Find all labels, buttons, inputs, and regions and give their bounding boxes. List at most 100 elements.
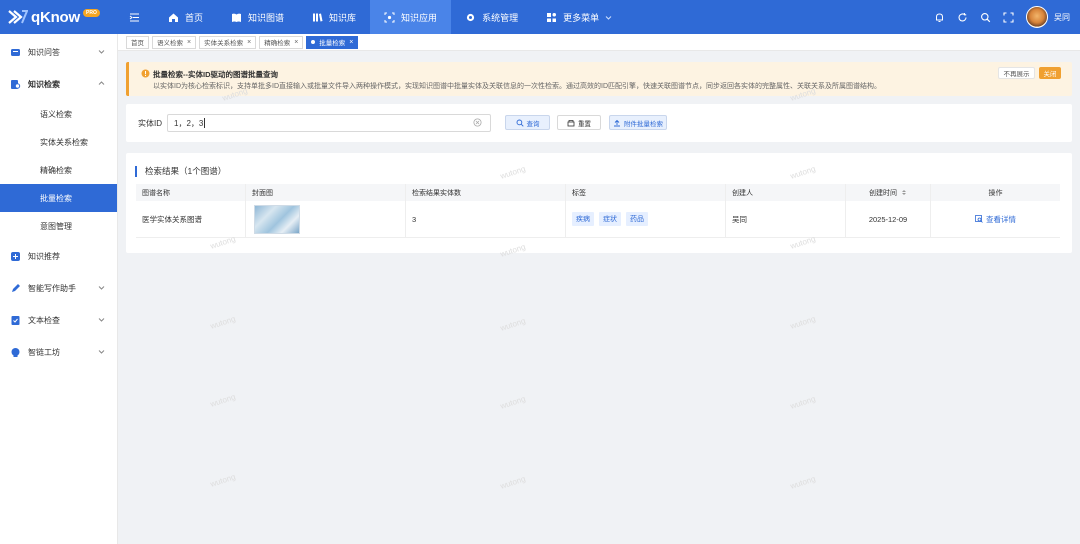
logo-text: qKnow (31, 8, 80, 26)
logo[interactable]: qKnow PRO (0, 0, 118, 34)
action-cell: 查看详情 (931, 201, 1060, 237)
sidebar: 知识问答 知识检索 语义检索 实体关系检索 精确检索 批量检索 意图管理 知识推… (0, 34, 118, 544)
view-details-link[interactable]: 查看详情 (975, 214, 1016, 225)
reset-icon (567, 119, 575, 126)
sidebar-group-recommend[interactable]: 知识推荐 (0, 240, 117, 272)
nav-knowledge-graph[interactable]: 知识图谱 (217, 0, 298, 34)
column-header: 创建人 (726, 184, 846, 201)
nav-more-menu[interactable]: 更多菜单 (532, 0, 626, 34)
tab-home[interactable]: 首页 (126, 35, 149, 49)
menu-fold-icon (129, 13, 139, 21)
close-icon[interactable]: × (349, 39, 353, 46)
sidebar-item-exact-search[interactable]: 精确检索 (0, 156, 117, 184)
column-header: 图谱名称 (136, 184, 246, 201)
created-time-cell: 2025-12-09 (846, 201, 931, 237)
book-icon (232, 13, 242, 22)
sidebar-group-text-check[interactable]: 文本检查 (0, 304, 117, 336)
tab-exact-search[interactable]: 精确检索 × (259, 35, 304, 49)
watermark: wutong (789, 474, 817, 491)
close-icon[interactable]: × (247, 39, 251, 46)
column-header-created[interactable]: 创建时间 (846, 184, 931, 201)
tab-semantic-search[interactable]: 语义检索 × (152, 35, 197, 49)
doc-check-icon (11, 315, 20, 325)
search-icon[interactable] (980, 12, 991, 23)
watermark: wutong (789, 394, 817, 411)
chevron-down-icon (98, 286, 105, 290)
pen-icon (12, 283, 20, 292)
watermark: wutong (209, 314, 237, 331)
cover-cell (246, 201, 406, 237)
watermark: wutong (209, 392, 237, 409)
avatar[interactable] (1026, 6, 1048, 28)
sidebar-group-retrieval[interactable]: 知识检索 (0, 68, 117, 100)
entity-id-input[interactable]: 1，2，3 (167, 114, 491, 132)
table-header: 图谱名称 封面图 检索结果实体数 标签 创建人 创建时间 操作 (136, 184, 1060, 201)
workshop-icon (11, 347, 20, 357)
clear-input-icon[interactable] (473, 118, 482, 127)
chat-icon (11, 48, 20, 56)
cover-image[interactable] (254, 204, 300, 234)
notice-title: 批量检索--实体ID驱动的图谱批量查询 (153, 70, 278, 79)
app-icon (384, 12, 395, 22)
graph-name-cell: 医学实体关系图谱 (136, 201, 246, 237)
tag: 症状 (599, 212, 621, 226)
close-icon[interactable]: × (187, 39, 191, 46)
chevron-down-icon (98, 50, 105, 54)
results-title: 检索结果（1个图谱） (135, 166, 226, 177)
tab-entity-relation-search[interactable]: 实体关系检索 × (199, 35, 257, 49)
menu-toggle-button[interactable] (124, 0, 144, 34)
tab-batch-search[interactable]: 批量检索 × (306, 35, 359, 49)
reset-button[interactable]: 重置 (557, 115, 601, 130)
results-table: 图谱名称 封面图 检索结果实体数 标签 创建人 创建时间 操作 医学实体关系图谱… (136, 184, 1060, 238)
pro-badge: PRO (83, 9, 100, 17)
bell-icon[interactable] (934, 12, 945, 23)
fullscreen-icon[interactable] (1003, 11, 1014, 23)
tag: 药品 (626, 212, 648, 226)
sidebar-item-batch-search[interactable]: 批量检索 (0, 184, 117, 212)
notice-banner: 批量检索--实体ID驱动的图谱批量查询 以实体ID为核心检索标识，支持单批多ID… (126, 62, 1072, 96)
sidebar-item-semantic-search[interactable]: 语义检索 (0, 100, 117, 128)
warning-icon (141, 69, 150, 78)
logo-mark-icon (8, 10, 28, 24)
column-header: 检索结果实体数 (406, 184, 566, 201)
sidebar-group-qa[interactable]: 知识问答 (0, 36, 117, 68)
chevron-down-icon (98, 350, 105, 354)
chevron-down-icon (98, 318, 105, 322)
username[interactable]: 吴同 (1054, 12, 1070, 23)
nav-home[interactable]: 首页 (154, 0, 217, 34)
tag: 疾病 (572, 212, 594, 226)
sort-icon[interactable] (901, 189, 907, 196)
sidebar-group-workshop[interactable]: 智链工坊 (0, 336, 117, 368)
gear-icon (466, 13, 475, 21)
nav-knowledge-base[interactable]: 知识库 (298, 0, 370, 34)
sidebar-group-writing[interactable]: 智能写作助手 (0, 272, 117, 304)
watermark: wutong (499, 394, 527, 411)
sidebar-item-intent-management[interactable]: 意图管理 (0, 212, 117, 240)
top-navbar: qKnow PRO 首页 知识图谱 知识库 知识应用 系统管理 更多菜单 吴同 (0, 0, 1080, 34)
chevron-down-icon (605, 15, 612, 20)
query-button[interactable]: 查询 (505, 115, 550, 130)
dont-show-again-button[interactable]: 不再展示 (998, 67, 1035, 79)
attachment-batch-search-button[interactable]: 附件批量检索 (609, 115, 667, 130)
text-cursor (204, 118, 206, 128)
nav-system-management[interactable]: 系统管理 (451, 0, 532, 34)
notice-description: 以实体ID为核心检索标识，支持单批多ID直接输入或批量文件导入两种操作模式，实现… (153, 83, 881, 90)
creator-cell: 吴同 (726, 201, 846, 237)
search-icon (516, 119, 524, 127)
sidebar-item-entity-relation-search[interactable]: 实体关系检索 (0, 128, 117, 156)
entity-id-label: 实体ID (138, 119, 162, 128)
entity-count-cell: 3 (406, 201, 566, 237)
close-notice-button[interactable]: 关闭 (1039, 67, 1061, 79)
search-doc-icon (11, 79, 21, 89)
nav-knowledge-app[interactable]: 知识应用 (370, 0, 452, 34)
refresh-icon[interactable] (957, 12, 968, 23)
entity-id-value: 1，2，3 (174, 118, 204, 128)
close-icon[interactable]: × (294, 39, 298, 46)
column-header: 封面图 (246, 184, 406, 201)
column-header: 操作 (988, 189, 1003, 197)
upload-icon (614, 119, 620, 126)
column-header: 标签 (566, 184, 726, 201)
recommend-icon (11, 251, 20, 261)
active-dot-icon (311, 40, 316, 44)
watermark: wutong (499, 474, 527, 491)
